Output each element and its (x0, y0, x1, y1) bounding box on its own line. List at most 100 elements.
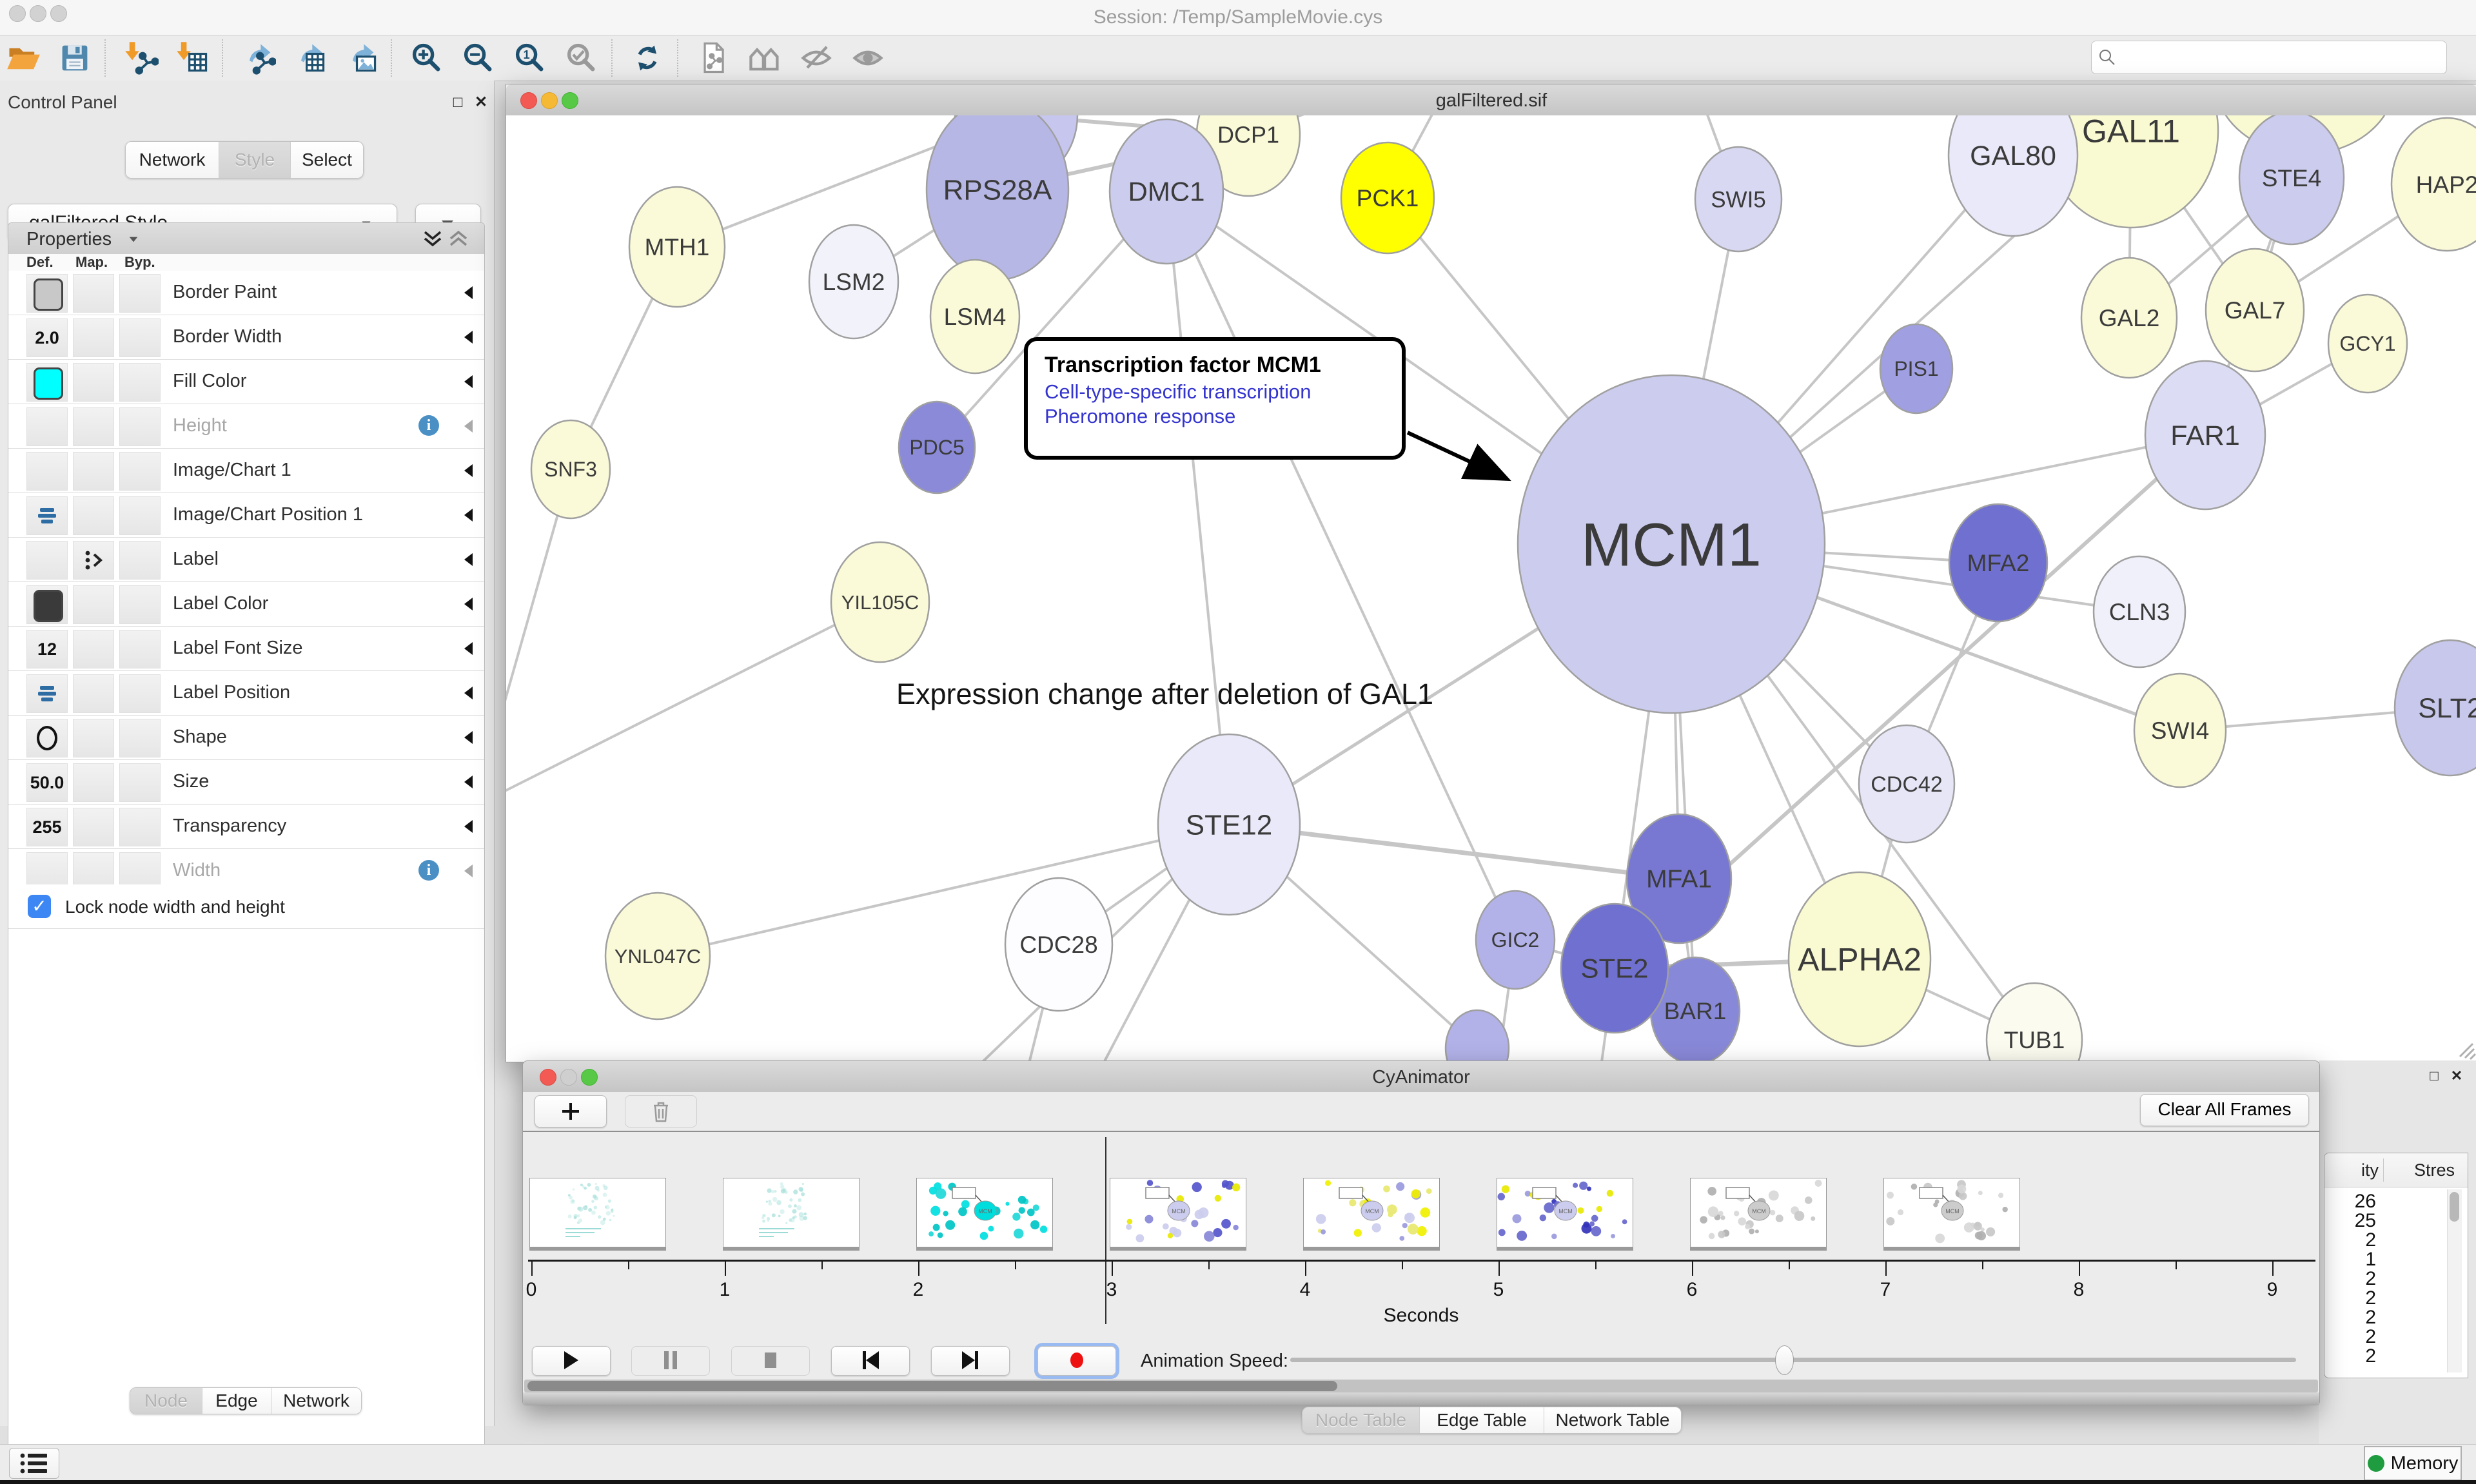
animation-speed-slider[interactable] (1290, 1358, 2296, 1362)
pause-button[interactable] (631, 1346, 710, 1376)
node-table[interactable]: ity Stres 26252122222 (2324, 1153, 2468, 1378)
timeline-scrollbar[interactable] (524, 1380, 2318, 1392)
byp-cell[interactable] (119, 318, 161, 357)
byp-cell[interactable] (119, 496, 161, 535)
add-frame-button[interactable] (535, 1095, 607, 1128)
expand-arrow-icon[interactable] (464, 509, 473, 522)
frame-thumbnail-0[interactable] (529, 1178, 666, 1247)
network-node-smallclip[interactable] (1446, 1010, 1509, 1062)
play-button[interactable] (532, 1346, 611, 1376)
table-cell-radiality[interactable]: 2 (2326, 1287, 2376, 1309)
network-node-SWI4[interactable]: SWI4 (2134, 674, 2226, 787)
search-input[interactable] (2120, 44, 2439, 71)
lock-checkbox[interactable]: ✓ (28, 895, 51, 918)
skip-to-start-button[interactable] (831, 1346, 910, 1376)
refresh-icon[interactable] (629, 40, 665, 76)
import-table-icon[interactable] (174, 40, 210, 76)
search-box[interactable] (2091, 41, 2447, 74)
map-cell[interactable] (73, 452, 114, 491)
network-node-DMC1[interactable]: DMC1 (1110, 119, 1223, 264)
property-row-fill-color[interactable]: Fill Color (8, 360, 484, 404)
network-node-SLT2[interactable]: SLT2 (2395, 640, 2476, 776)
map-cell[interactable] (73, 363, 114, 402)
network-node-GAL7[interactable]: GAL7 (2206, 249, 2304, 371)
expand-arrow-icon[interactable] (464, 553, 473, 566)
float-panel-icon[interactable]: □ (450, 95, 466, 110)
expand-arrow-icon[interactable] (464, 820, 473, 833)
table-scrollbar[interactable] (2447, 1189, 2462, 1372)
tab-network-table[interactable]: Network Table (1544, 1407, 1681, 1433)
zoom-fit-icon[interactable]: 1 (512, 40, 548, 76)
tab-select[interactable]: Select (291, 142, 363, 178)
def-cell[interactable]: 2.0 (26, 318, 68, 357)
table-cell-radiality[interactable]: 2 (2326, 1345, 2376, 1367)
network-node-PIS1[interactable]: PIS1 (1880, 324, 1952, 413)
timeline-playhead[interactable] (1105, 1137, 1106, 1324)
network-node-GAL80[interactable]: GAL80 (1949, 115, 2078, 236)
network-canvas[interactable]: DCP1RPS28ADMC1PCK1SWI5GAL11GAL80STE4HAP2… (506, 115, 2476, 1062)
network-node-MCM1[interactable]: MCM1 (1518, 375, 1825, 713)
tab-network[interactable]: Network (271, 1388, 361, 1414)
def-cell[interactable] (26, 452, 68, 491)
show-task-history-button[interactable] (9, 1448, 59, 1479)
property-row-size[interactable]: 50.0 Size (8, 760, 484, 805)
network-node-GIC2[interactable]: GIC2 (1476, 891, 1555, 989)
export-table-icon[interactable] (291, 40, 328, 76)
delete-frame-button[interactable] (625, 1095, 697, 1128)
info-icon[interactable]: i (418, 860, 439, 881)
def-cell[interactable]: 255 (26, 808, 68, 846)
tab-edge-table[interactable]: Edge Table (1420, 1407, 1544, 1433)
expand-arrow-icon[interactable] (464, 731, 473, 744)
frame-timeline[interactable]: 0123456789MCMMCMMCMMCMMCMMCM Seconds (523, 1132, 2319, 1345)
frame-thumbnail-7[interactable]: MCM (1883, 1178, 2020, 1247)
default-value[interactable]: 50.0 (27, 773, 67, 793)
frame-thumbnail-4[interactable]: MCM (1303, 1178, 1440, 1247)
network-node-SWI5[interactable]: SWI5 (1695, 147, 1782, 251)
node-table-header[interactable]: ity Stres (2324, 1153, 2468, 1187)
property-row-label-color[interactable]: Label Color (8, 582, 484, 627)
property-row-shape[interactable]: Shape (8, 716, 484, 760)
byp-cell[interactable] (119, 452, 161, 491)
skip-to-end-button[interactable] (931, 1346, 1010, 1376)
network-node-STE12[interactable]: STE12 (1158, 734, 1300, 915)
byp-cell[interactable] (119, 719, 161, 757)
default-swatch[interactable] (34, 367, 63, 400)
network-window-titlebar[interactable]: galFiltered.sif (506, 84, 2476, 116)
def-cell[interactable] (26, 363, 68, 402)
network-node-GCY1[interactable]: GCY1 (2328, 295, 2407, 393)
network-node-GAL2[interactable]: GAL2 (2081, 258, 2177, 378)
zoom-in-icon[interactable] (409, 40, 445, 76)
byp-cell[interactable] (119, 674, 161, 713)
def-cell[interactable] (26, 719, 68, 757)
network-node-MFA2[interactable]: MFA2 (1949, 504, 2047, 621)
map-cell[interactable] (73, 274, 114, 313)
record-button[interactable] (1037, 1346, 1116, 1376)
property-row-label-position[interactable]: Label Position (8, 671, 484, 716)
network-node-HAP2[interactable]: HAP2 (2392, 118, 2476, 251)
expand-arrow-icon[interactable] (464, 642, 473, 655)
annotation-box[interactable]: Transcription factor MCM1 Cell-type-spec… (1024, 337, 1406, 460)
default-value[interactable]: 255 (27, 817, 67, 837)
expand-collapse-icons[interactable] (422, 228, 469, 250)
byp-cell[interactable] (119, 763, 161, 802)
resize-grip[interactable] (2460, 1044, 2475, 1059)
expand-arrow-icon[interactable] (464, 464, 473, 477)
network-node-ALPHA2[interactable]: ALPHA2 (1789, 872, 1931, 1046)
table-cell-radiality[interactable]: 1 (2326, 1249, 2376, 1271)
network-node-CDC28[interactable]: CDC28 (1005, 878, 1112, 1011)
expand-arrow-icon[interactable] (464, 420, 473, 433)
zoom-selected-icon[interactable] (564, 40, 600, 76)
clone-network-view-icon[interactable] (695, 40, 731, 76)
expand-arrow-icon[interactable] (464, 331, 473, 344)
network-node-LSM4[interactable]: LSM4 (930, 260, 1019, 373)
property-row-height[interactable]: Height i (8, 404, 484, 449)
byp-cell[interactable] (119, 363, 161, 402)
close-table-icon[interactable]: ✕ (2449, 1068, 2464, 1084)
show-all-icon[interactable] (850, 40, 886, 76)
properties-header[interactable]: Properties (8, 223, 484, 255)
expand-arrow-icon[interactable] (464, 687, 473, 699)
expand-arrow-icon[interactable] (464, 776, 473, 788)
network-node-PCK1[interactable]: PCK1 (1341, 142, 1434, 253)
clear-all-frames-button[interactable]: Clear All Frames (2140, 1094, 2309, 1126)
network-node-YIL105C[interactable]: YIL105C (831, 542, 929, 662)
